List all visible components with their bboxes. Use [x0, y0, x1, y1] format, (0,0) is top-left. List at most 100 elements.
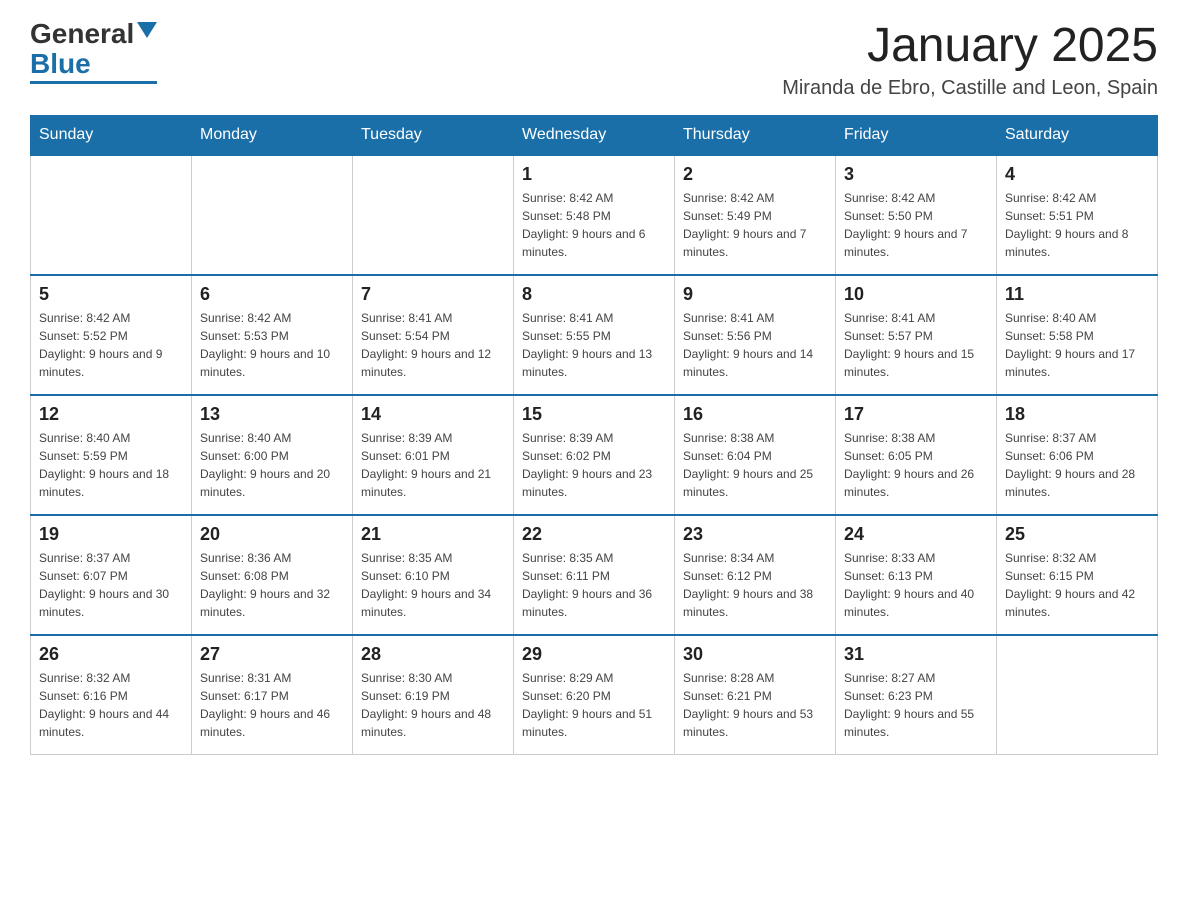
day-info: Sunrise: 8:34 AM Sunset: 6:12 PM Dayligh… — [683, 549, 827, 621]
day-info: Sunrise: 8:38 AM Sunset: 6:05 PM Dayligh… — [844, 429, 988, 501]
day-number: 12 — [39, 404, 183, 425]
day-info: Sunrise: 8:29 AM Sunset: 6:20 PM Dayligh… — [522, 669, 666, 741]
calendar-cell: 27 Sunrise: 8:31 AM Sunset: 6:17 PM Dayli… — [192, 635, 353, 755]
logo-triangle-icon — [137, 22, 157, 38]
day-info: Sunrise: 8:41 AM Sunset: 5:55 PM Dayligh… — [522, 309, 666, 381]
page-header: General Blue January 2025 Miranda de Ebr… — [30, 20, 1158, 100]
day-of-week-header: Monday — [192, 115, 353, 155]
calendar-week-row: 1 Sunrise: 8:42 AM Sunset: 5:48 PM Daylig… — [31, 155, 1158, 275]
calendar-cell: 22Sunrise: 8:35 AM Sunset: 6:11 PM Dayli… — [514, 515, 675, 635]
calendar-week-row: 26 Sunrise: 8:32 AM Sunset: 6:16 PM Dayli… — [31, 635, 1158, 755]
day-info: Sunrise: 8:40 AM Sunset: 5:59 PM Dayligh… — [39, 429, 183, 501]
day-info: Sunrise: 8:42 AM Sunset: 5:49 PM Dayligh… — [683, 189, 827, 261]
day-info: Sunrise: 8:41 AM Sunset: 5:57 PM Dayligh… — [844, 309, 988, 381]
day-info: Sunrise: 8:33 AM Sunset: 6:13 PM Dayligh… — [844, 549, 988, 621]
calendar-cell: 31Sunrise: 8:27 AM Sunset: 6:23 PM Dayli… — [836, 635, 997, 755]
day-info: Sunrise: 8:32 AM Sunset: 6:15 PM Dayligh… — [1005, 549, 1149, 621]
day-number: 29 — [522, 644, 666, 665]
day-number: 6 — [200, 284, 344, 305]
day-info: Sunrise: 8:28 AM Sunset: 6:21 PM Dayligh… — [683, 669, 827, 741]
calendar-cell: 16Sunrise: 8:38 AM Sunset: 6:04 PM Dayli… — [675, 395, 836, 515]
calendar-cell: 1 Sunrise: 8:42 AM Sunset: 5:48 PM Daylig… — [514, 155, 675, 275]
day-of-week-header: Sunday — [31, 115, 192, 155]
calendar-cell: 18Sunrise: 8:37 AM Sunset: 6:06 PM Dayli… — [997, 395, 1158, 515]
day-info: Sunrise: 8:31 AM Sunset: 6:17 PM Dayligh… — [200, 669, 344, 741]
day-info: Sunrise: 8:39 AM Sunset: 6:01 PM Dayligh… — [361, 429, 505, 501]
calendar-cell: 20Sunrise: 8:36 AM Sunset: 6:08 PM Dayli… — [192, 515, 353, 635]
calendar-cell: 21 Sunrise: 8:35 AM Sunset: 6:10 PM Dayli… — [353, 515, 514, 635]
logo: General Blue — [30, 20, 157, 84]
calendar-week-row: 12 Sunrise: 8:40 AM Sunset: 5:59 PM Dayli… — [31, 395, 1158, 515]
calendar-week-row: 5Sunrise: 8:42 AM Sunset: 5:52 PM Daylig… — [31, 275, 1158, 395]
calendar-cell: 29 Sunrise: 8:29 AM Sunset: 6:20 PM Dayli… — [514, 635, 675, 755]
day-info: Sunrise: 8:42 AM Sunset: 5:51 PM Dayligh… — [1005, 189, 1149, 261]
calendar-cell: 28 Sunrise: 8:30 AM Sunset: 6:19 PM Dayli… — [353, 635, 514, 755]
day-number: 2 — [683, 164, 827, 185]
location-title: Miranda de Ebro, Castille and Leon, Spai… — [782, 77, 1158, 100]
calendar-cell: 4 Sunrise: 8:42 AM Sunset: 5:51 PM Daylig… — [997, 155, 1158, 275]
day-number: 13 — [200, 404, 344, 425]
day-info: Sunrise: 8:35 AM Sunset: 6:11 PM Dayligh… — [522, 549, 666, 621]
day-number: 18 — [1005, 404, 1149, 425]
day-number: 27 — [200, 644, 344, 665]
day-info: Sunrise: 8:38 AM Sunset: 6:04 PM Dayligh… — [683, 429, 827, 501]
day-number: 11 — [1005, 284, 1149, 305]
day-of-week-header: Thursday — [675, 115, 836, 155]
day-info: Sunrise: 8:37 AM Sunset: 6:07 PM Dayligh… — [39, 549, 183, 621]
day-info: Sunrise: 8:39 AM Sunset: 6:02 PM Dayligh… — [522, 429, 666, 501]
day-number: 9 — [683, 284, 827, 305]
calendar-cell — [997, 635, 1158, 755]
calendar-header-row: SundayMondayTuesdayWednesdayThursdayFrid… — [31, 115, 1158, 155]
day-info: Sunrise: 8:36 AM Sunset: 6:08 PM Dayligh… — [200, 549, 344, 621]
calendar-cell: 25Sunrise: 8:32 AM Sunset: 6:15 PM Dayli… — [997, 515, 1158, 635]
day-number: 5 — [39, 284, 183, 305]
day-info: Sunrise: 8:41 AM Sunset: 5:56 PM Dayligh… — [683, 309, 827, 381]
day-number: 21 — [361, 524, 505, 545]
day-info: Sunrise: 8:30 AM Sunset: 6:19 PM Dayligh… — [361, 669, 505, 741]
day-number: 8 — [522, 284, 666, 305]
day-number: 26 — [39, 644, 183, 665]
calendar-cell: 17Sunrise: 8:38 AM Sunset: 6:05 PM Dayli… — [836, 395, 997, 515]
calendar-cell: 10Sunrise: 8:41 AM Sunset: 5:57 PM Dayli… — [836, 275, 997, 395]
calendar-cell: 23 Sunrise: 8:34 AM Sunset: 6:12 PM Dayli… — [675, 515, 836, 635]
calendar-cell — [353, 155, 514, 275]
calendar-cell: 3Sunrise: 8:42 AM Sunset: 5:50 PM Daylig… — [836, 155, 997, 275]
calendar-week-row: 19 Sunrise: 8:37 AM Sunset: 6:07 PM Dayli… — [31, 515, 1158, 635]
calendar-cell: 8 Sunrise: 8:41 AM Sunset: 5:55 PM Daylig… — [514, 275, 675, 395]
day-of-week-header: Tuesday — [353, 115, 514, 155]
calendar-cell: 9 Sunrise: 8:41 AM Sunset: 5:56 PM Daylig… — [675, 275, 836, 395]
calendar-table: SundayMondayTuesdayWednesdayThursdayFrid… — [30, 115, 1158, 756]
month-title: January 2025 — [782, 20, 1158, 73]
day-info: Sunrise: 8:35 AM Sunset: 6:10 PM Dayligh… — [361, 549, 505, 621]
day-info: Sunrise: 8:42 AM Sunset: 5:48 PM Dayligh… — [522, 189, 666, 261]
calendar-cell: 26 Sunrise: 8:32 AM Sunset: 6:16 PM Dayli… — [31, 635, 192, 755]
calendar-cell: 19 Sunrise: 8:37 AM Sunset: 6:07 PM Dayli… — [31, 515, 192, 635]
day-number: 23 — [683, 524, 827, 545]
day-info: Sunrise: 8:32 AM Sunset: 6:16 PM Dayligh… — [39, 669, 183, 741]
calendar-cell: 2 Sunrise: 8:42 AM Sunset: 5:49 PM Daylig… — [675, 155, 836, 275]
calendar-cell: 14 Sunrise: 8:39 AM Sunset: 6:01 PM Dayli… — [353, 395, 514, 515]
day-info: Sunrise: 8:42 AM Sunset: 5:53 PM Dayligh… — [200, 309, 344, 381]
day-number: 14 — [361, 404, 505, 425]
logo-blue-text: Blue — [30, 50, 91, 78]
day-of-week-header: Wednesday — [514, 115, 675, 155]
title-section: January 2025 Miranda de Ebro, Castille a… — [782, 20, 1158, 100]
day-info: Sunrise: 8:40 AM Sunset: 5:58 PM Dayligh… — [1005, 309, 1149, 381]
calendar-cell: 6 Sunrise: 8:42 AM Sunset: 5:53 PM Daylig… — [192, 275, 353, 395]
day-number: 24 — [844, 524, 988, 545]
logo-general-text: General — [30, 20, 134, 48]
calendar-cell — [31, 155, 192, 275]
calendar-cell: 12 Sunrise: 8:40 AM Sunset: 5:59 PM Dayli… — [31, 395, 192, 515]
day-number: 1 — [522, 164, 666, 185]
day-number: 28 — [361, 644, 505, 665]
day-of-week-header: Friday — [836, 115, 997, 155]
day-number: 4 — [1005, 164, 1149, 185]
day-number: 30 — [683, 644, 827, 665]
day-number: 15 — [522, 404, 666, 425]
calendar-cell: 11 Sunrise: 8:40 AM Sunset: 5:58 PM Dayli… — [997, 275, 1158, 395]
day-number: 19 — [39, 524, 183, 545]
calendar-cell — [192, 155, 353, 275]
day-info: Sunrise: 8:40 AM Sunset: 6:00 PM Dayligh… — [200, 429, 344, 501]
day-info: Sunrise: 8:27 AM Sunset: 6:23 PM Dayligh… — [844, 669, 988, 741]
calendar-cell: 5Sunrise: 8:42 AM Sunset: 5:52 PM Daylig… — [31, 275, 192, 395]
